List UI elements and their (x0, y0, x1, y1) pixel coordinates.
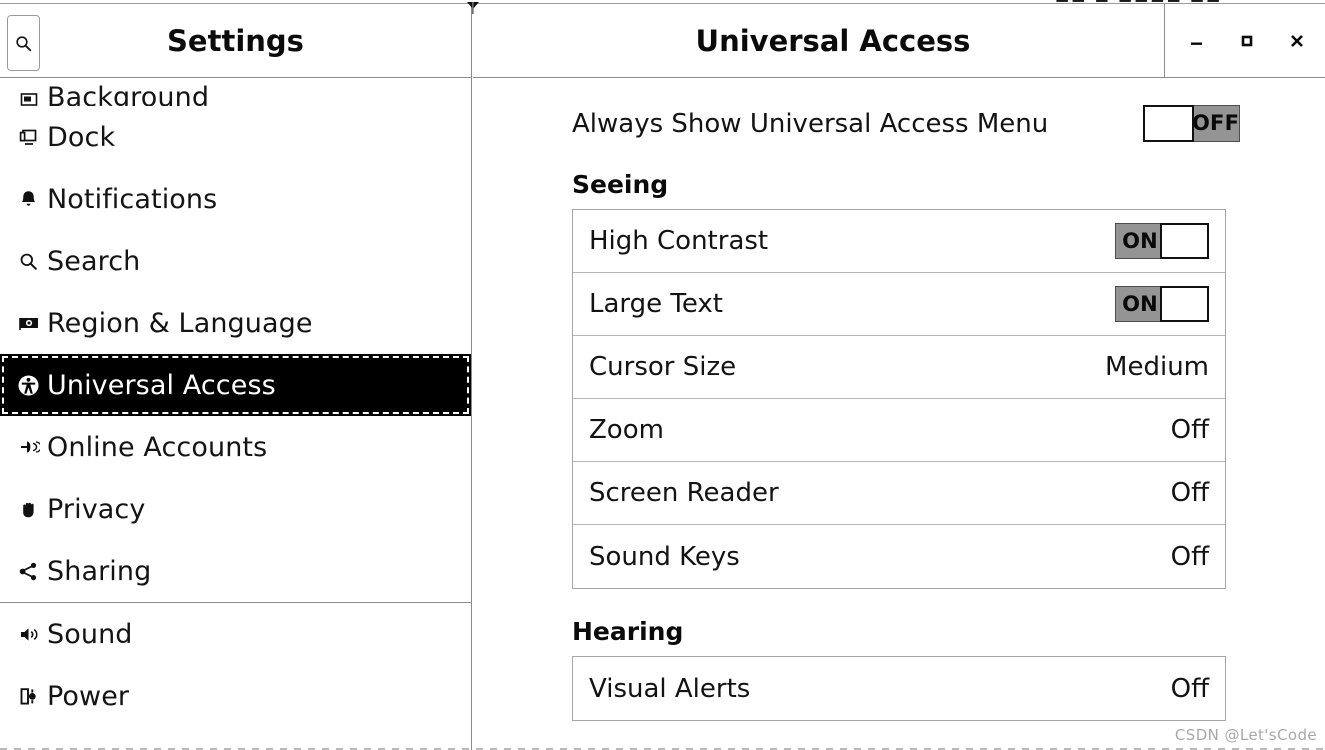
row-label: Sound Keys (589, 541, 740, 572)
content-header: Universal Access (473, 4, 1325, 78)
online-accounts-icon (13, 437, 44, 457)
share-icon (13, 561, 44, 582)
minimize-button[interactable] (1183, 27, 1211, 55)
sidebar-item-label: Search (47, 245, 141, 277)
accessibility-icon (13, 374, 44, 397)
toggle-state-label: ON (1122, 292, 1158, 316)
row-cursor-size[interactable]: Cursor Size Medium (573, 336, 1225, 399)
sidebar-item-label: Universal Access (47, 369, 276, 401)
hearing-list: Visual Alerts Off (572, 656, 1226, 721)
sidebar-item-power[interactable]: Power (0, 665, 471, 727)
always-show-menu-row[interactable]: Always Show Universal Access Menu OFF (572, 105, 1240, 142)
toggle-knob (1160, 223, 1209, 259)
always-show-menu-label: Always Show Universal Access Menu (572, 108, 1049, 139)
sidebar-item-label: Privacy (47, 493, 146, 525)
content-panel: Universal Access Always Show Universal A… (473, 4, 1325, 750)
content-body: Always Show Universal Access Menu OFF Se… (473, 78, 1325, 750)
seeing-list: High Contrast ON Large Text ON Cursor Si… (572, 209, 1226, 589)
sidebar-item-notifications[interactable]: Notifications (0, 168, 471, 230)
row-value: Off (1170, 673, 1209, 704)
sidebar-item-label: Dock (47, 121, 116, 153)
row-zoom[interactable]: Zoom Off (573, 399, 1225, 462)
content-title: Universal Access (695, 24, 971, 58)
section-title-hearing: Hearing (572, 617, 684, 646)
language-icon (13, 314, 44, 332)
sidebar: Settings Background Dock Notifications S… (0, 4, 472, 750)
row-label: High Contrast (589, 226, 769, 256)
row-label: Screen Reader (589, 478, 779, 508)
dock-icon (13, 127, 44, 148)
row-screen-reader[interactable]: Screen Reader Off (573, 462, 1225, 525)
row-label: Cursor Size (589, 352, 737, 382)
search-icon (13, 252, 44, 271)
high-contrast-toggle[interactable]: ON (1115, 223, 1209, 259)
sidebar-item-label: Sound (47, 618, 133, 650)
row-visual-alerts[interactable]: Visual Alerts Off (573, 657, 1225, 720)
row-high-contrast[interactable]: High Contrast ON (573, 210, 1225, 273)
row-label: Visual Alerts (589, 673, 751, 704)
speaker-icon (13, 625, 44, 644)
row-value: Off (1170, 415, 1209, 445)
sidebar-item-dock[interactable]: Dock (0, 106, 471, 168)
row-label: Zoom (589, 415, 664, 445)
sidebar-nav-list: Background Dock Notifications Search Reg… (0, 78, 471, 750)
toggle-state-label: ON (1122, 229, 1158, 253)
toggle-state-label: OFF (1192, 111, 1240, 135)
window-controls (1164, 4, 1325, 78)
maximize-button[interactable] (1233, 27, 1261, 55)
row-large-text[interactable]: Large Text ON (573, 273, 1225, 336)
large-text-toggle[interactable]: ON (1115, 286, 1209, 322)
sidebar-item-background[interactable]: Background (0, 78, 471, 106)
page-title: Settings (167, 24, 304, 58)
row-label: Large Text (589, 289, 723, 319)
row-value: Medium (1105, 352, 1209, 382)
panel-divider-marker (465, 2, 481, 14)
sidebar-item-label: Region & Language (47, 307, 313, 339)
row-value: Off (1170, 541, 1209, 572)
watermark: CSDN @Let'sCode (1174, 726, 1317, 744)
sidebar-item-region-language[interactable]: Region & Language (0, 292, 471, 354)
always-show-menu-toggle[interactable]: OFF (1143, 105, 1240, 142)
sidebar-item-label: Background (47, 82, 210, 106)
row-sound-keys[interactable]: Sound Keys Off (573, 525, 1225, 588)
power-plug-icon (13, 686, 44, 707)
sidebar-item-sound[interactable]: Sound (0, 603, 471, 665)
toggle-knob (1160, 286, 1209, 322)
background-icon (13, 91, 44, 106)
bell-icon (13, 189, 44, 210)
row-value: Off (1170, 478, 1209, 508)
sidebar-header: Settings (0, 4, 471, 78)
toggle-knob (1143, 105, 1194, 142)
sidebar-item-label: Online Accounts (47, 431, 268, 463)
close-button[interactable] (1283, 27, 1311, 55)
sidebar-item-privacy[interactable]: Privacy (0, 478, 471, 540)
settings-window: ■■ ■ ■■■■ ■■ Settings (0, 0, 1325, 750)
sidebar-item-label: Sharing (47, 555, 152, 587)
sidebar-item-label: Notifications (47, 183, 218, 215)
sidebar-item-universal-access[interactable]: Universal Access (0, 354, 471, 416)
sidebar-item-label: Power (47, 680, 130, 712)
sidebar-item-sharing[interactable]: Sharing (0, 540, 471, 602)
section-title-seeing: Seeing (572, 170, 669, 199)
hand-icon (13, 499, 44, 520)
sidebar-item-search[interactable]: Search (0, 230, 471, 292)
sidebar-item-online-accounts[interactable]: Online Accounts (0, 416, 471, 478)
